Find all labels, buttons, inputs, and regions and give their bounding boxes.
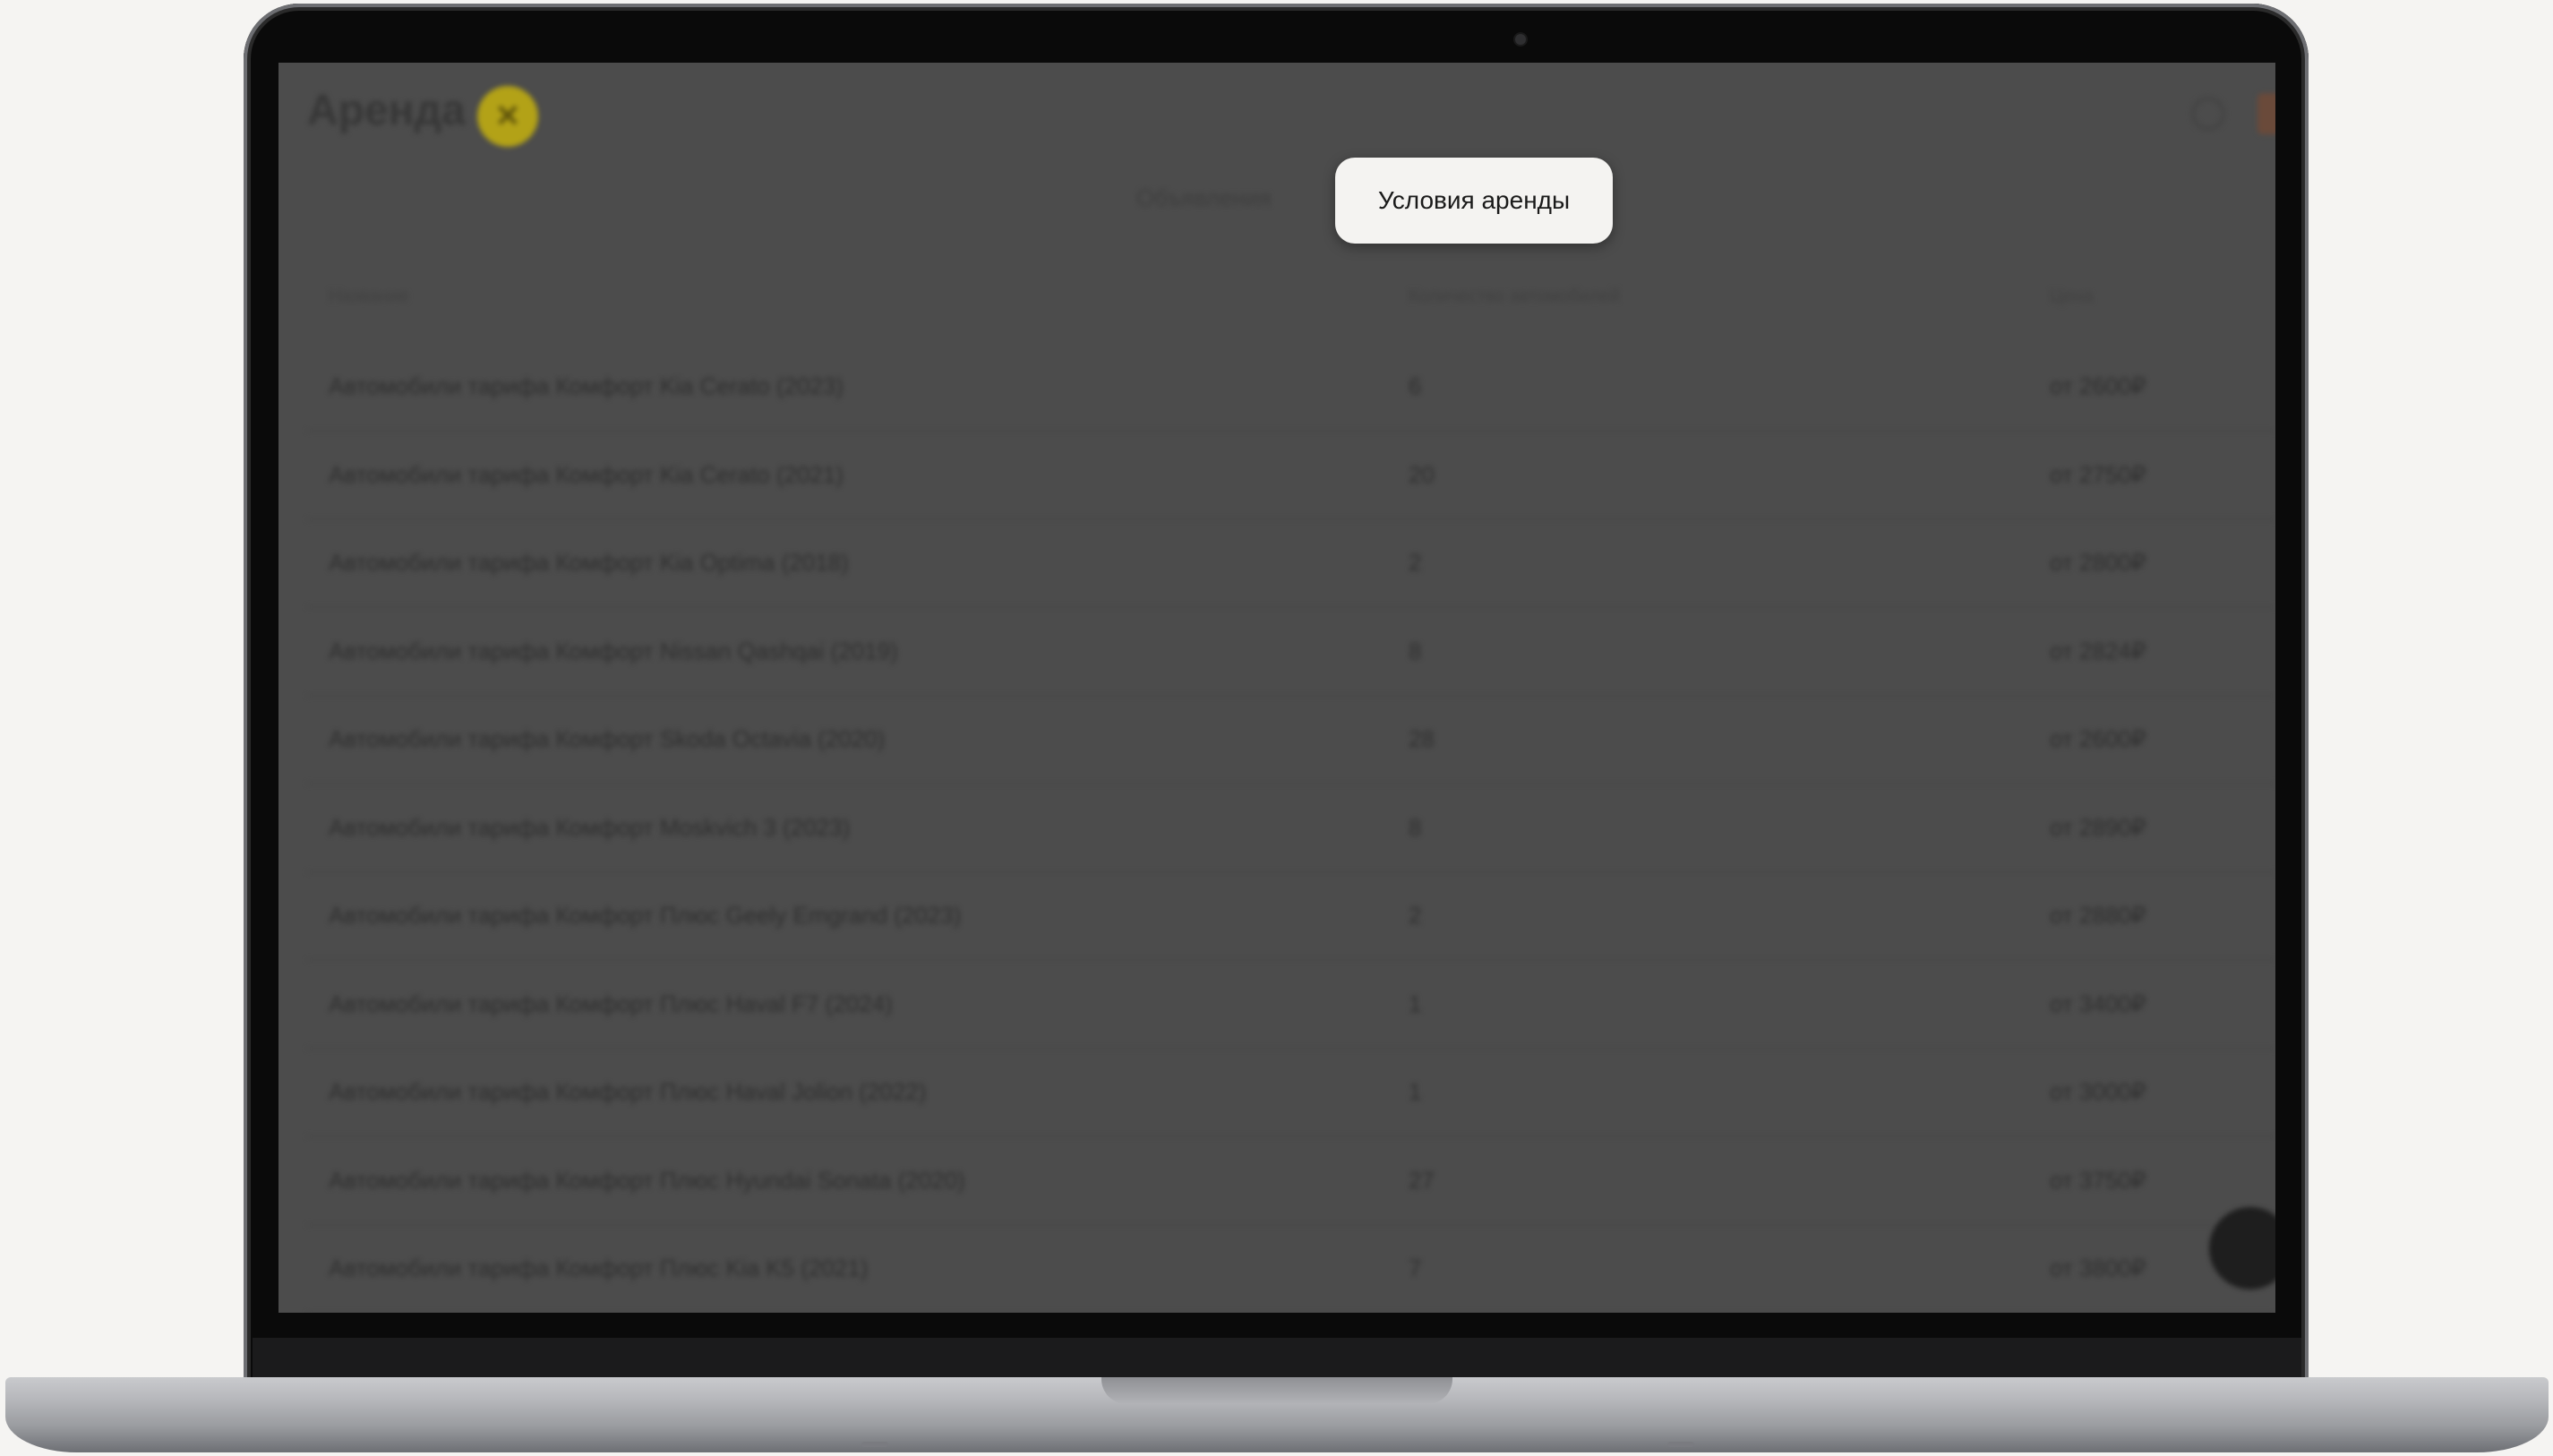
table-row[interactable]: Автомобили тарифа Комфорт Плюс Geely Emg… <box>307 871 2275 961</box>
row-count: 2 <box>1409 549 1422 576</box>
table-row[interactable]: Автомобили тарифа Комфорт Kia Optima (20… <box>307 518 2275 608</box>
logo-icon: ✕ <box>477 86 538 147</box>
table-row[interactable]: Автомобили тарифа Комфорт Плюс Haval Jol… <box>307 1048 2275 1137</box>
table-row[interactable]: Автомобили тарифа Комфорт Skoda Octavia … <box>307 695 2275 784</box>
row-name: Автомобили тарифа Комфорт Kia Cerato (20… <box>329 460 844 488</box>
table-row[interactable]: Автомобили тарифа Комфорт Kia Cerato (20… <box>307 431 2275 520</box>
camera-icon <box>1515 34 1526 45</box>
row-count: 7 <box>1409 1255 1422 1281</box>
column-header-count: Количество автомобилей <box>1409 287 1620 306</box>
row-price: от 2890₽ <box>2050 813 2146 841</box>
tab-rental-terms[interactable]: Условия аренды <box>1335 158 1613 244</box>
row-count: 8 <box>1409 813 1422 841</box>
column-header-price: Цена <box>2050 287 2094 306</box>
app-title: Аренда <box>307 87 466 134</box>
row-price: от 2824₽ <box>2050 637 2146 664</box>
table-row[interactable]: Автомобили тарифа Комфорт Moskvich 3 (20… <box>307 784 2275 873</box>
row-name: Автомобили тарифа Комфорт Kia Optima (20… <box>329 549 849 576</box>
table-row[interactable]: Автомобили тарифа Комфорт Kia Cerato (20… <box>307 342 2275 432</box>
app-screen: Аренда ✕ Объявления Название Количество … <box>278 63 2275 1313</box>
row-count: 1 <box>1409 989 1422 1017</box>
table-row[interactable]: Автомобили тарифа Комфорт Плюс Hyundai S… <box>307 1136 2275 1226</box>
table-row[interactable]: Автомобили тарифа Комфорт Плюс Haval F7 … <box>307 960 2275 1049</box>
tab-listings[interactable]: Объявления <box>1136 184 1271 212</box>
row-price: от 2800₽ <box>2050 549 2146 576</box>
laptop-foot <box>861 1442 888 1447</box>
row-count: 27 <box>1409 1166 1435 1194</box>
row-price: от 2750₽ <box>2050 460 2146 488</box>
row-price: от 3400₽ <box>2050 989 2146 1017</box>
laptop-notch <box>1101 1377 1452 1404</box>
row-price: от 3750₽ <box>2050 1166 2146 1194</box>
row-price: от 2880₽ <box>2050 902 2146 929</box>
row-count: 28 <box>1409 725 1435 752</box>
row-count: 6 <box>1409 373 1422 399</box>
row-name: Автомобили тарифа Комфорт Moskvich 3 (20… <box>329 813 851 841</box>
search-icon[interactable] <box>2191 97 2225 131</box>
table-row[interactable]: Автомобили тарифа Комфорт Nissan Qashqai… <box>307 607 2275 697</box>
row-name: Автомобили тарифа Комфорт Плюс Geely Emg… <box>329 902 962 929</box>
table-row[interactable]: Автомобили тарифа Комфорт Плюс Kia K5 (2… <box>307 1224 2275 1313</box>
row-name: Автомобили тарифа Комфорт Плюс Kia K5 (2… <box>329 1255 869 1281</box>
row-count: 1 <box>1409 1078 1422 1105</box>
row-name: Автомобили тарифа Комфорт Kia Cerato (20… <box>329 373 844 399</box>
laptop-foot <box>1667 1442 1694 1447</box>
row-count: 8 <box>1409 637 1422 664</box>
row-name: Автомобили тарифа Комфорт Nissan Qashqai… <box>329 637 898 664</box>
row-name: Автомобили тарифа Комфорт Плюс Haval F7 … <box>329 989 893 1017</box>
row-price: от 3800₽ <box>2050 1255 2146 1281</box>
column-header-name: Название <box>329 287 409 306</box>
row-name: Автомобили тарифа Комфорт Плюс Haval Jol… <box>329 1078 927 1105</box>
row-price: от 2600₽ <box>2050 373 2146 399</box>
avatar[interactable] <box>2257 93 2275 134</box>
row-name: Автомобили тарифа Комфорт Плюс Hyundai S… <box>329 1166 965 1194</box>
row-count: 20 <box>1409 460 1435 488</box>
row-price: от 3000₽ <box>2050 1078 2146 1105</box>
row-count: 2 <box>1409 902 1422 929</box>
screen-bezel <box>253 1338 2301 1377</box>
row-name: Автомобили тарифа Комфорт Skoda Octavia … <box>329 725 886 752</box>
blurred-background: Аренда ✕ Объявления Название Количество … <box>278 63 2275 1313</box>
row-price: от 2600₽ <box>2050 725 2146 752</box>
